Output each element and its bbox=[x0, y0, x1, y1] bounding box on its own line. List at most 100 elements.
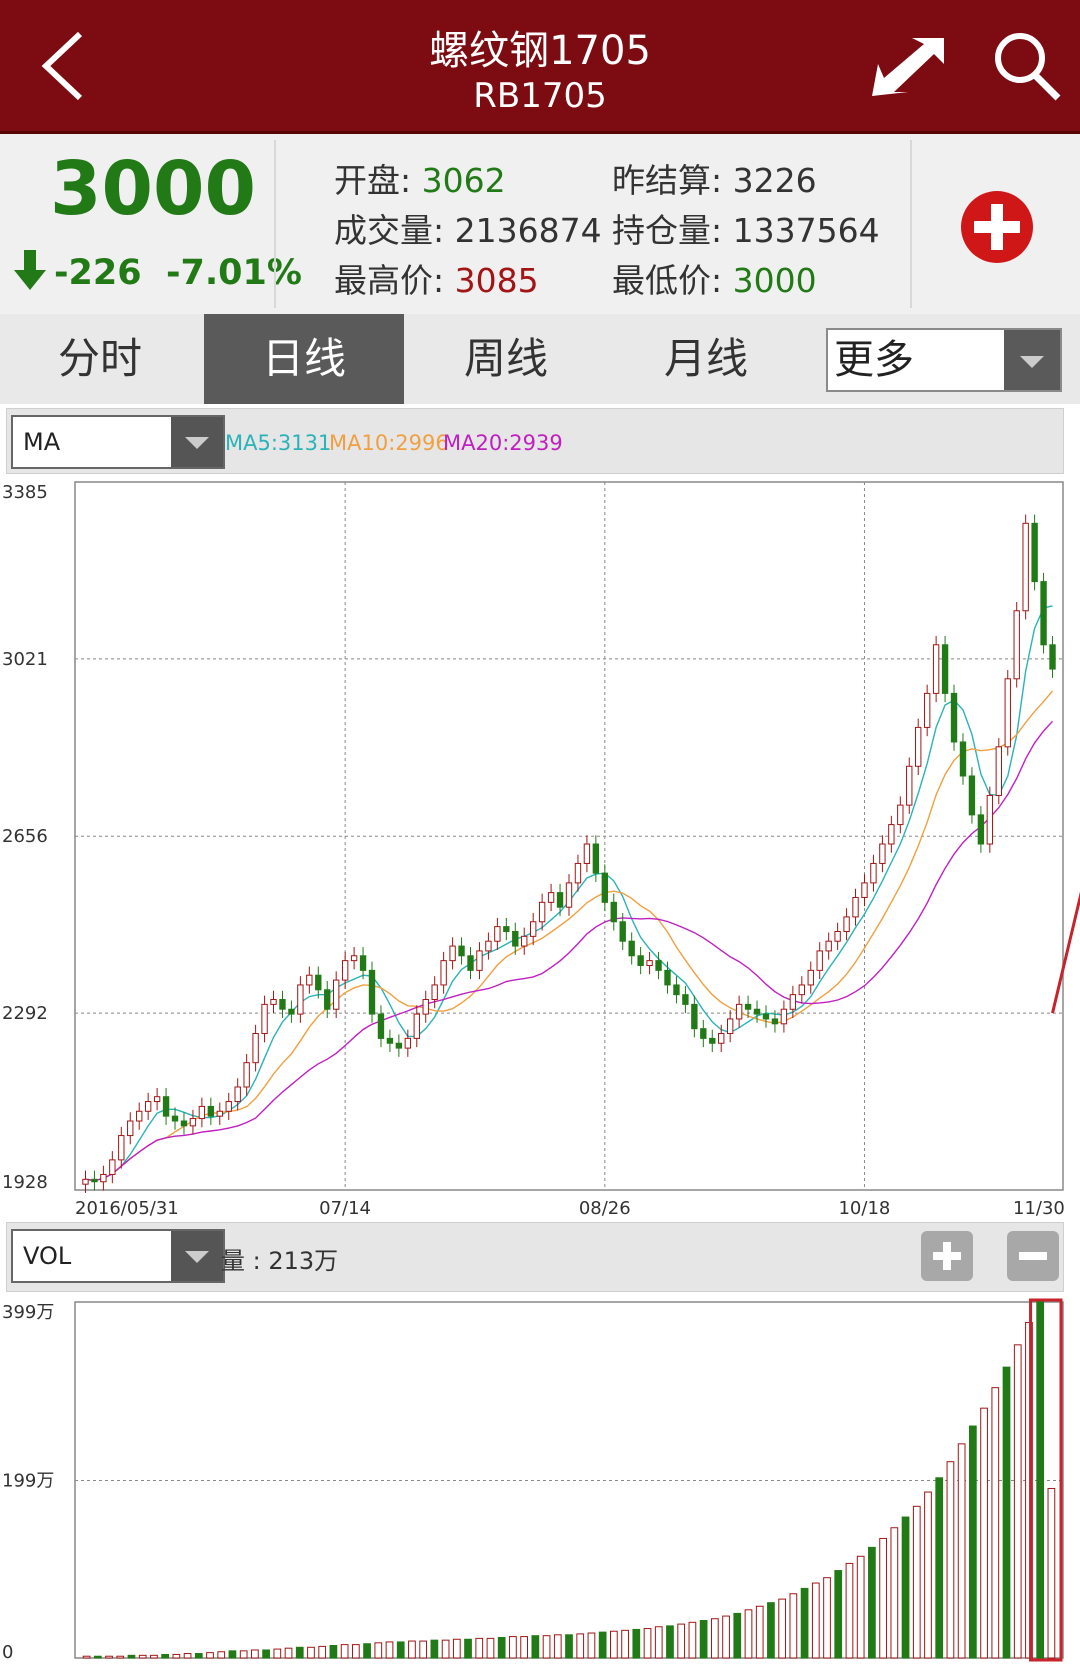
volume-bar bbox=[733, 1612, 742, 1659]
candle bbox=[789, 994, 797, 1010]
candle bbox=[995, 746, 1002, 796]
volume-bar bbox=[699, 1620, 708, 1659]
y-tick-label: 2292 bbox=[2, 1003, 48, 1024]
candle bbox=[1031, 522, 1038, 583]
volume-bar bbox=[396, 1641, 405, 1659]
candle bbox=[655, 960, 662, 971]
candle bbox=[1022, 522, 1029, 612]
candle bbox=[180, 1120, 188, 1127]
x-tick-label: 08/26 bbox=[579, 1198, 631, 1219]
volume-bar bbox=[408, 1640, 416, 1659]
volume-bar bbox=[755, 1605, 764, 1659]
volume-bar bbox=[307, 1646, 315, 1659]
candle bbox=[735, 1003, 743, 1020]
volume-bar bbox=[845, 1562, 854, 1659]
candle bbox=[100, 1173, 107, 1183]
y-tick-label: 199万 bbox=[2, 1470, 54, 1491]
volume-bar bbox=[486, 1637, 495, 1659]
volume-bar bbox=[1047, 1487, 1056, 1659]
candle bbox=[431, 984, 438, 1001]
volume-bar bbox=[228, 1650, 237, 1659]
candle bbox=[458, 945, 465, 957]
volume-bar bbox=[565, 1634, 573, 1659]
candle bbox=[225, 1101, 232, 1112]
volume-bar bbox=[464, 1638, 472, 1659]
volume-bar bbox=[1013, 1344, 1022, 1659]
volume-bar bbox=[924, 1491, 932, 1659]
volume-bar bbox=[968, 1425, 977, 1659]
candle bbox=[252, 1033, 259, 1064]
volume-bar bbox=[430, 1639, 439, 1659]
candle bbox=[207, 1105, 215, 1117]
y-tick-label: 1928 bbox=[2, 1172, 48, 1193]
candle bbox=[1013, 610, 1020, 680]
candle bbox=[297, 984, 304, 1015]
candle bbox=[324, 989, 331, 1010]
volume-bar bbox=[744, 1609, 753, 1659]
kline-chart[interactable]: 3385 3021 2656 2292 1928 2016/05/31 07/14 08/26… bbox=[0, 0, 1080, 1669]
candle bbox=[977, 814, 985, 845]
y-tick-label: 2656 bbox=[2, 826, 48, 847]
candle bbox=[592, 843, 600, 874]
volume-bar bbox=[767, 1602, 775, 1659]
candle bbox=[118, 1135, 125, 1161]
candle bbox=[753, 1008, 761, 1015]
volume-bar bbox=[688, 1621, 697, 1659]
candle bbox=[825, 940, 832, 952]
volume-bar bbox=[610, 1630, 618, 1659]
candle bbox=[628, 940, 635, 957]
candle bbox=[637, 955, 644, 967]
volume-bar bbox=[273, 1648, 282, 1659]
volume-bar bbox=[654, 1626, 663, 1659]
candle bbox=[950, 692, 958, 743]
volume-bar bbox=[957, 1443, 966, 1659]
candle bbox=[368, 969, 376, 1015]
volume-bar bbox=[217, 1651, 226, 1659]
volume-bar bbox=[105, 1655, 113, 1659]
candle bbox=[243, 1062, 250, 1088]
volume-bar bbox=[138, 1654, 147, 1659]
candle bbox=[359, 955, 367, 971]
volume-bar bbox=[1002, 1366, 1011, 1659]
volume-bar bbox=[587, 1632, 596, 1659]
candle bbox=[386, 1037, 394, 1044]
volume-bar bbox=[856, 1555, 865, 1659]
candle bbox=[144, 1101, 152, 1112]
volume-bar bbox=[553, 1634, 562, 1659]
volume-bar bbox=[935, 1477, 944, 1659]
volume-bar bbox=[901, 1516, 910, 1659]
candle bbox=[762, 1013, 770, 1020]
candle bbox=[440, 960, 447, 986]
candle bbox=[556, 892, 564, 908]
candle bbox=[646, 960, 653, 967]
volume-bar bbox=[823, 1577, 831, 1659]
volume-bar bbox=[879, 1537, 887, 1659]
volume-bar bbox=[93, 1655, 102, 1659]
candle bbox=[136, 1110, 143, 1122]
candle bbox=[870, 862, 877, 884]
candle bbox=[834, 930, 841, 942]
candle bbox=[216, 1110, 223, 1117]
candle bbox=[270, 999, 277, 1005]
volume-bar bbox=[183, 1653, 192, 1659]
candle bbox=[915, 726, 922, 767]
candle bbox=[565, 882, 573, 908]
volume-bar bbox=[452, 1638, 461, 1659]
candle bbox=[413, 1013, 420, 1039]
volume-bar bbox=[150, 1654, 158, 1659]
candle bbox=[601, 872, 609, 903]
volume-bar bbox=[497, 1636, 506, 1659]
volume-bar bbox=[834, 1570, 843, 1659]
volume-bar bbox=[172, 1653, 181, 1659]
candle bbox=[709, 1037, 716, 1044]
volume-bar bbox=[811, 1582, 820, 1659]
candle bbox=[162, 1096, 170, 1117]
volume-bar bbox=[789, 1593, 798, 1659]
candle bbox=[404, 1037, 412, 1049]
candle bbox=[234, 1086, 241, 1103]
candle bbox=[333, 979, 340, 1010]
candle bbox=[574, 862, 582, 884]
volume-bar bbox=[82, 1655, 91, 1659]
candle bbox=[109, 1159, 116, 1175]
candle bbox=[547, 892, 555, 903]
